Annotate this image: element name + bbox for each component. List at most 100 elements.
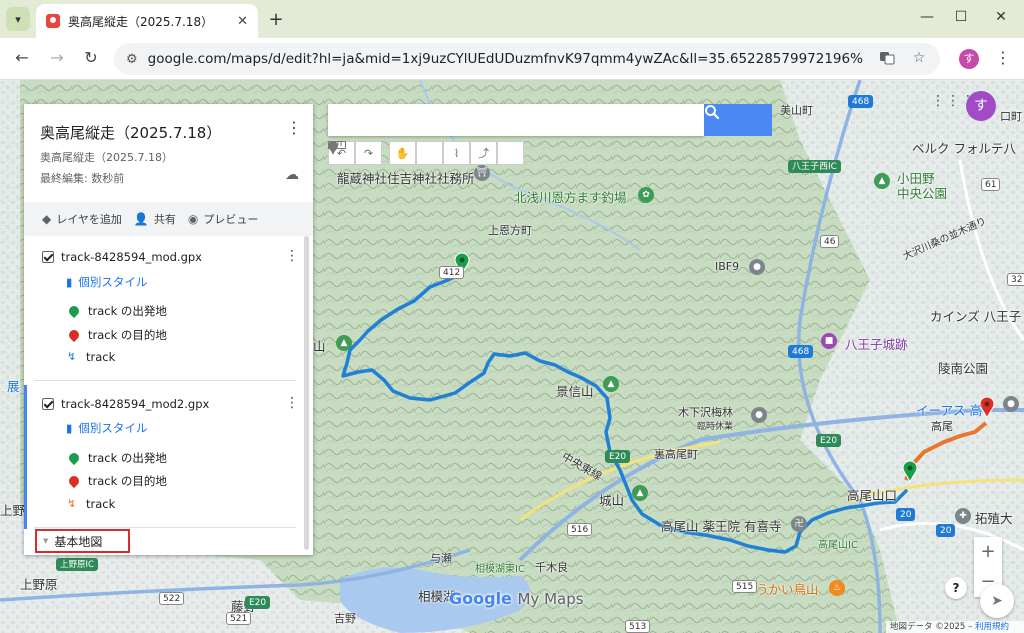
browser-menu-icon[interactable]: ⋮ [995,48,1011,67]
mountain-icon-west[interactable]: ▲ [336,335,352,351]
layer-2-item-track[interactable]: ↯ track [67,497,115,511]
redo-button[interactable]: ↷ [355,141,382,165]
forward-button[interactable]: → [45,48,69,70]
eye-icon: ◉ [187,212,199,226]
layer-2-style[interactable]: ▮ 個別スタイル [66,420,147,436]
shrine-icon[interactable]: ⛩ [474,165,490,181]
park-icon[interactable]: ▲ [874,173,890,189]
shield-r46: 46 [820,235,840,248]
pan-hand-tool[interactable]: ✋ [389,141,416,165]
layer-2-options-icon[interactable]: ⋮ [285,395,299,411]
add-layer-button[interactable]: ◆ レイヤを追加 [42,211,122,227]
restaurant-icon[interactable]: ♨ [829,580,845,596]
bookmark-star-icon[interactable]: ☆ [910,50,928,68]
label-miyama: 美山町 [780,104,813,117]
tab-search-button[interactable]: ▾ [6,7,30,31]
label-cainz: カインズ 八王子 [930,309,1022,324]
reload-button[interactable]: ↻ [79,48,103,70]
shop-icon[interactable]: ● [1003,396,1019,412]
layer-1-item-end[interactable]: track の目的地 [66,327,167,343]
label-kaminohara: 上野原 [20,577,58,592]
line-icon-orange: ↯ [67,497,77,510]
map-title[interactable]: 奥高尾縦走（2025.7.18） [40,122,221,143]
place-icon-kinoshita[interactable]: ● [751,407,767,423]
back-button[interactable]: ← [10,48,34,70]
university-icon[interactable]: ✚ [955,508,971,524]
mountain-icon-shiroyama[interactable]: ▲ [632,485,648,501]
layer-1-item-track[interactable]: ↯ track [67,350,115,364]
layer-1-name[interactable]: track-8428594_mod.gpx [61,250,202,264]
label-ryuzo: 龍蔵神社住吉神社社務所 [337,171,475,186]
basemap-toggle[interactable]: ▼ 基本地図 [35,529,130,553]
pegman-button[interactable]: ➤ [980,584,1014,618]
layer-2-name[interactable]: track-8428594_mod2.gpx [61,397,209,411]
mountain-icon-kageshin[interactable]: ▲ [603,376,619,392]
map-options-icon[interactable]: ⋮ [286,118,302,137]
layer-2-item-start[interactable]: track の出発地 [66,450,167,466]
share-button[interactable]: 👤 共有 [134,211,176,227]
shield-e20a: E20 [605,450,631,463]
minimize-button[interactable]: — [912,9,942,29]
search-button[interactable] [704,104,772,136]
layer-1-header[interactable]: track-8428594_mod.gpx [42,250,202,264]
fishing-icon[interactable]: ✿ [638,187,654,203]
shield-r513: 513 [625,620,651,633]
layer-1-checkbox[interactable] [42,251,54,263]
layer-2-item-end[interactable]: track の目的地 [66,473,167,489]
last-edited: 最終編集: 数秒前 [40,172,125,185]
label-hachioji-castle: 八王子城跡 [845,337,908,352]
map-description[interactable]: 奥高尾縦走（2025.7.18） [40,149,173,165]
layer-2-header[interactable]: track-8428594_mod2.gpx [42,397,209,411]
shield-r468b: 468 [788,345,814,358]
draw-line-tool[interactable]: ⌇ [443,141,470,165]
map-toolbar: ↶ ↷ ✋ ⌇ ⤴ [328,141,524,165]
layers-panel: 奥高尾縦走（2025.7.18） ⋮ 奥高尾縦走（2025.7.18） 最終編集… [24,104,313,555]
label-ukai: うかい鳥山 [756,582,819,597]
layer-divider [34,380,296,381]
zoom-in-button[interactable]: + [974,537,1002,567]
directions-tool[interactable]: ⤴ [470,141,497,165]
layer-1-item-start[interactable]: track の出発地 [66,303,167,319]
address-bar[interactable]: ⚙ google.com/maps/d/edit?hl=ja&mid=1xj9u… [114,43,940,75]
label-urataka: 裏高尾町 [654,448,698,461]
ruler-icon [328,141,346,149]
help-button[interactable]: ? [945,577,967,599]
translate-icon[interactable] [878,50,896,68]
layer-1-style[interactable]: ▮ 個別スタイル [66,274,147,290]
new-tab-button[interactable]: + [266,9,286,30]
castle-icon[interactable]: ■ [821,333,837,349]
shield-r32: 32 [1007,273,1024,286]
maximize-button[interactable]: ☐ [946,9,976,29]
logo-mymaps: My Maps [517,590,584,608]
map-canvas[interactable]: ⛩ ✿ ● ▲ ● ▲ ▲ ▲ ■ ✚ ♨ 卍 ● 龍蔵神社住吉神社社務所 北浅… [0,80,1024,633]
layer-2-checkbox[interactable] [42,398,54,410]
red-pin-icon [66,473,82,489]
measure-tool[interactable] [328,141,524,165]
add-marker-tool[interactable] [328,141,443,165]
label-kinoshita: 木下沢梅林 [678,406,733,419]
green-pin-icon [66,303,82,319]
browser-tab[interactable]: 奥高尾縦走（2025.7.18） ✕ [36,4,258,38]
account-avatar[interactable]: す [966,91,996,121]
shield-r522: 522 [159,592,185,605]
google-my-maps-logo: Google My Maps [449,589,584,608]
close-tab-icon[interactable]: ✕ [237,14,248,29]
terms-link[interactable]: 利用規約 [975,622,1009,632]
label-ryonan: 陵南公園 [938,361,989,376]
preview-button[interactable]: ◉ プレビュー [188,211,258,227]
site-info-icon[interactable]: ⚙ [126,52,138,67]
panel-scrollbar[interactable] [304,236,309,550]
map-footer: 地図データ ©2025 – 利用規約 [886,621,1024,633]
label-yoshino: 吉野 [334,612,356,625]
layer-1-options-icon[interactable]: ⋮ [285,248,299,264]
profile-avatar[interactable]: す [959,49,979,69]
temple-icon[interactable]: 卍 [791,516,807,532]
label-shiroyama: 城山 [599,493,625,508]
close-window-button[interactable]: ✕ [986,9,1016,29]
label-kinoshita-sub: 臨時休業 [697,422,734,432]
label-takuzen: 拓殖大 [975,511,1013,526]
shield-e20c: E20 [245,596,271,609]
label-ibf9: IBF9 [715,260,740,273]
place-icon[interactable]: ● [749,259,765,275]
map-search-input[interactable] [328,104,704,136]
